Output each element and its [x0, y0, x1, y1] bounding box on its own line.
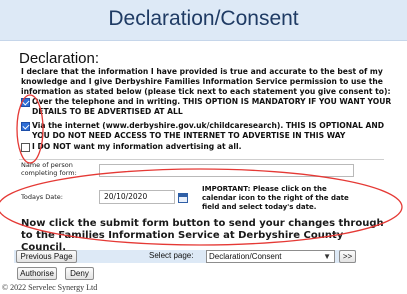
previous-page-button[interactable]: Previous Page — [16, 250, 77, 263]
page-header: Declaration/Consent — [0, 0, 407, 41]
declaration-text: I declare that the information I have pr… — [21, 67, 391, 96]
important-note: IMPORTANT: Please click on the calendar … — [202, 185, 349, 211]
next-page-button[interactable]: >> — [339, 250, 356, 263]
page-select[interactable]: Declaration/Consent ▼ — [206, 250, 335, 263]
chevron-down-icon: ▼ — [323, 252, 331, 261]
consent-checkbox-none[interactable] — [21, 143, 30, 152]
consent-option-none-label: I DO NOT want my information advertising… — [32, 142, 242, 151]
section-title: Declaration: — [19, 50, 100, 67]
date-input[interactable]: 20/10/2020 — [99, 190, 175, 204]
submit-instructions: Now click the submit form button to send… — [21, 218, 384, 253]
consent-checkbox-phone[interactable] — [21, 98, 30, 107]
consent-option-phone-label: Over the telephone and in writing. THIS … — [32, 97, 392, 116]
consent-checkbox-internet[interactable] — [21, 122, 30, 131]
copyright-footer: © 2022 Servelec Synergy Ltd — [2, 283, 98, 292]
deny-button[interactable]: Deny — [65, 267, 94, 280]
divider — [19, 159, 384, 160]
page-select-value: Declaration/Consent — [209, 252, 282, 261]
name-input[interactable] — [99, 164, 354, 177]
consent-option-internet-label: Via the internet (www.derbyshire.gov.uk/… — [32, 121, 385, 140]
select-page-label: Select page: — [149, 251, 194, 260]
calendar-icon[interactable] — [178, 193, 188, 203]
authorise-button[interactable]: Authorise — [17, 267, 57, 280]
date-field-label: Todays Date: — [21, 193, 63, 201]
name-field-label: Name of person completing form: — [21, 161, 77, 177]
page-title: Declaration/Consent — [108, 7, 299, 30]
